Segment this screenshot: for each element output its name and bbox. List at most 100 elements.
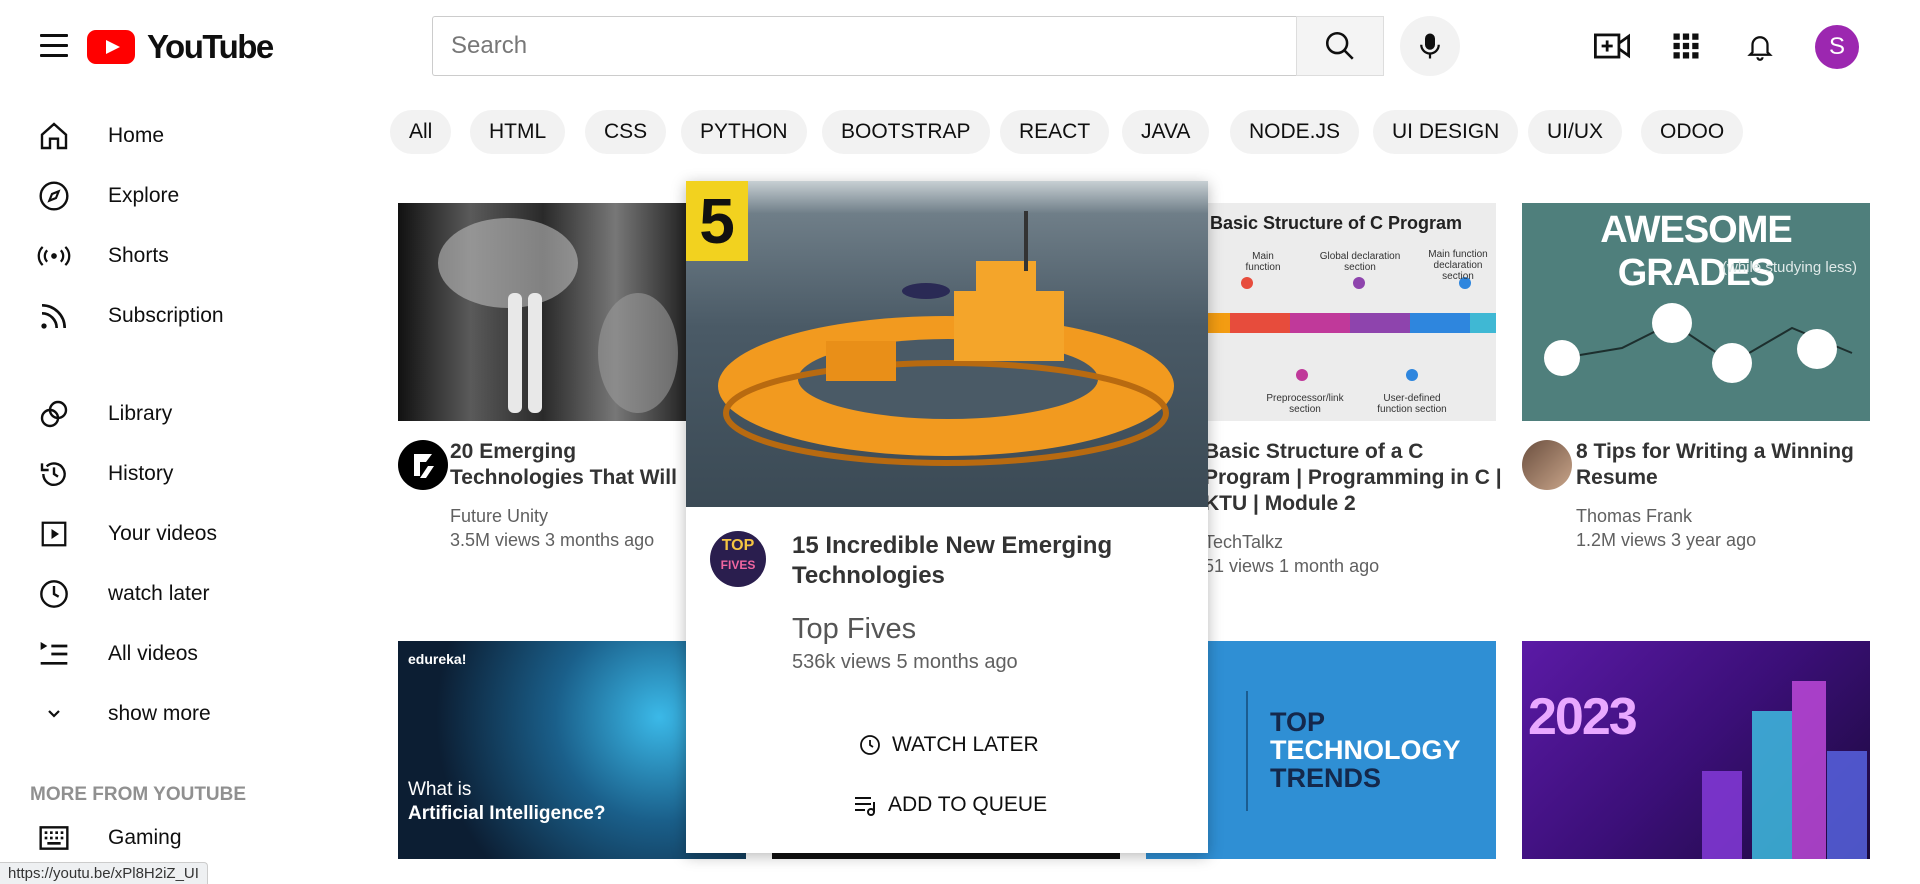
chip-java[interactable]: JAVA [1122, 110, 1210, 154]
video-stats: 1.2M views 3 year ago [1576, 530, 1757, 550]
shorts-icon [36, 238, 72, 274]
video-thumbnail[interactable]: 2023 [1522, 641, 1870, 859]
sidebar-item-gaming[interactable]: Gaming [0, 813, 360, 863]
account-avatar[interactable]: S [1815, 25, 1859, 69]
chevron-down-icon [36, 696, 72, 732]
sidebar-item-home[interactable]: Home [0, 111, 360, 161]
playlist-icon [36, 636, 72, 672]
future-unity-logo [414, 454, 434, 478]
chip-bootstrap[interactable]: BOOTSTRAP [822, 110, 990, 154]
sidebar-item-label: Your videos [108, 522, 217, 545]
floating-platform-image [718, 211, 1174, 466]
video-stats: 51 views 1 month ago [1204, 556, 1380, 576]
channel-avatar[interactable]: TOP FIVES [710, 531, 766, 587]
play-square-icon [36, 516, 72, 552]
chip-python[interactable]: PYTHON [681, 110, 807, 154]
clock-icon [36, 576, 72, 612]
history-icon [36, 456, 72, 492]
diagram-label: Global declaration section [1319, 251, 1401, 273]
apps-grid-icon [1673, 33, 1699, 59]
search-input[interactable]: Search [432, 16, 1296, 76]
diagram-label: Main function declaration section [1428, 249, 1488, 282]
sidebar-item-all-videos[interactable]: All videos [0, 629, 360, 679]
create-video-icon [1594, 33, 1630, 59]
create-video-button[interactable] [1592, 26, 1632, 66]
thumbnail-caption: Artificial Intelligence? [408, 803, 606, 824]
sidebar-item-label: Shorts [108, 244, 169, 267]
apps-button[interactable] [1666, 26, 1706, 66]
sidebar-item-explore[interactable]: Explore [0, 171, 360, 221]
gaming-icon [36, 820, 72, 856]
compass-icon [36, 178, 72, 214]
watch-later-button[interactable]: WATCH LATER [856, 725, 1039, 765]
preview-thumbnail[interactable]: 5 [686, 181, 1208, 507]
diagram-label: Main function [1245, 251, 1281, 273]
chip-all[interactable]: All [390, 110, 452, 154]
chip-ui-ux[interactable]: UI/UX [1528, 110, 1623, 154]
notifications-button[interactable] [1740, 26, 1780, 66]
clock-icon [856, 731, 884, 759]
video-title[interactable]: Basic Structure of a C Program | Program… [1204, 439, 1504, 519]
sidebar-item-watch-later[interactable]: watch later [0, 569, 360, 619]
sidebar-item-history[interactable]: History [0, 449, 360, 499]
sidebar-item-label: Library [108, 402, 173, 425]
sidebar-item-label: All videos [108, 642, 198, 665]
diagram-label: User-defined function section [1377, 393, 1447, 415]
thumbnail-caption: TECHNOLOGY [1270, 735, 1461, 765]
top-bar: YouTube Search S [0, 0, 1920, 92]
video-thumbnail[interactable]: AWESOME GRADES (while studying less) [1522, 203, 1870, 421]
sidebar-item-label: show more [108, 702, 211, 725]
voice-search-button[interactable] [1400, 16, 1460, 76]
channel-name[interactable]: Thomas Frank [1576, 505, 1692, 528]
video-thumbnail[interactable] [398, 203, 688, 421]
video-title[interactable]: 8 Tips for Writing a Winning Resume [1576, 439, 1876, 491]
channel-name[interactable]: TechTalkz [1204, 531, 1283, 554]
sidebar-item-label: Explore [108, 184, 180, 207]
sidebar-item-library[interactable]: Library [0, 389, 360, 439]
menu-icon[interactable] [40, 34, 68, 60]
chip-ui-design[interactable]: UI DESIGN [1373, 110, 1519, 154]
bell-icon [1747, 36, 1773, 61]
more-from-youtube-heading: MORE FROM YOUTUBE [30, 784, 247, 805]
sidebar-item-label: Subscription [108, 304, 224, 327]
xray-image [438, 218, 678, 413]
link-status-bar: https://youtu.be/xPl8H2iZ_UI [0, 862, 208, 884]
channel-avatar[interactable] [1522, 440, 1572, 490]
subscription-icon [36, 298, 72, 334]
thumbnail-brand: edureka! [408, 651, 467, 667]
sidebar-item-subscription[interactable]: Subscription [0, 291, 360, 341]
home-icon [36, 118, 72, 154]
queue-icon [852, 791, 880, 819]
thumbnail-caption: What is [408, 779, 472, 800]
microphone-icon [1420, 33, 1440, 59]
search-icon [1325, 31, 1354, 60]
logo-text: YouTube [147, 28, 274, 65]
sidebar-item-shorts[interactable]: Shorts [0, 231, 360, 281]
preview-channel-name[interactable]: Top Fives [792, 613, 916, 646]
video-stats: 3.5M views 3 months ago [450, 530, 655, 550]
sidebar-item-label: History [108, 462, 174, 485]
sidebar-item-show-more[interactable]: show more [0, 689, 360, 739]
sidebar-item-label: watch later [108, 582, 210, 605]
add-to-queue-label: ADD TO QUEUE [888, 793, 1048, 816]
channel-avatar[interactable] [398, 440, 448, 490]
avatar-text: TOP [721, 537, 755, 554]
channel-name[interactable]: Future Unity [450, 505, 548, 528]
preview-title[interactable]: 15 Incredible New Emerging Technologies [792, 531, 1172, 591]
youtube-logo[interactable]: YouTube [87, 28, 274, 66]
search-button[interactable] [1296, 16, 1384, 76]
thumbnail-caption: TOP [1270, 707, 1326, 737]
chip-html[interactable]: HTML [470, 110, 566, 154]
library-icon [36, 396, 72, 432]
video-title[interactable]: 20 Emerging Technologies That Will Chang… [450, 439, 686, 493]
sidebar-item-your-videos[interactable]: Your videos [0, 509, 360, 559]
preview-stats: 536k views 5 months ago [792, 651, 1018, 673]
chip-css[interactable]: CSS [585, 110, 667, 154]
thumbnail-caption: TRENDS [1270, 763, 1382, 793]
add-to-queue-button[interactable]: ADD TO QUEUE [852, 785, 1047, 825]
grades-illustration [1544, 303, 1853, 383]
sidebar-item-label: Gaming [108, 826, 182, 849]
chip-nodejs[interactable]: NODE.JS [1230, 110, 1360, 154]
chip-odoo[interactable]: ODOO [1641, 110, 1744, 154]
chip-react[interactable]: REACT [1000, 110, 1110, 154]
